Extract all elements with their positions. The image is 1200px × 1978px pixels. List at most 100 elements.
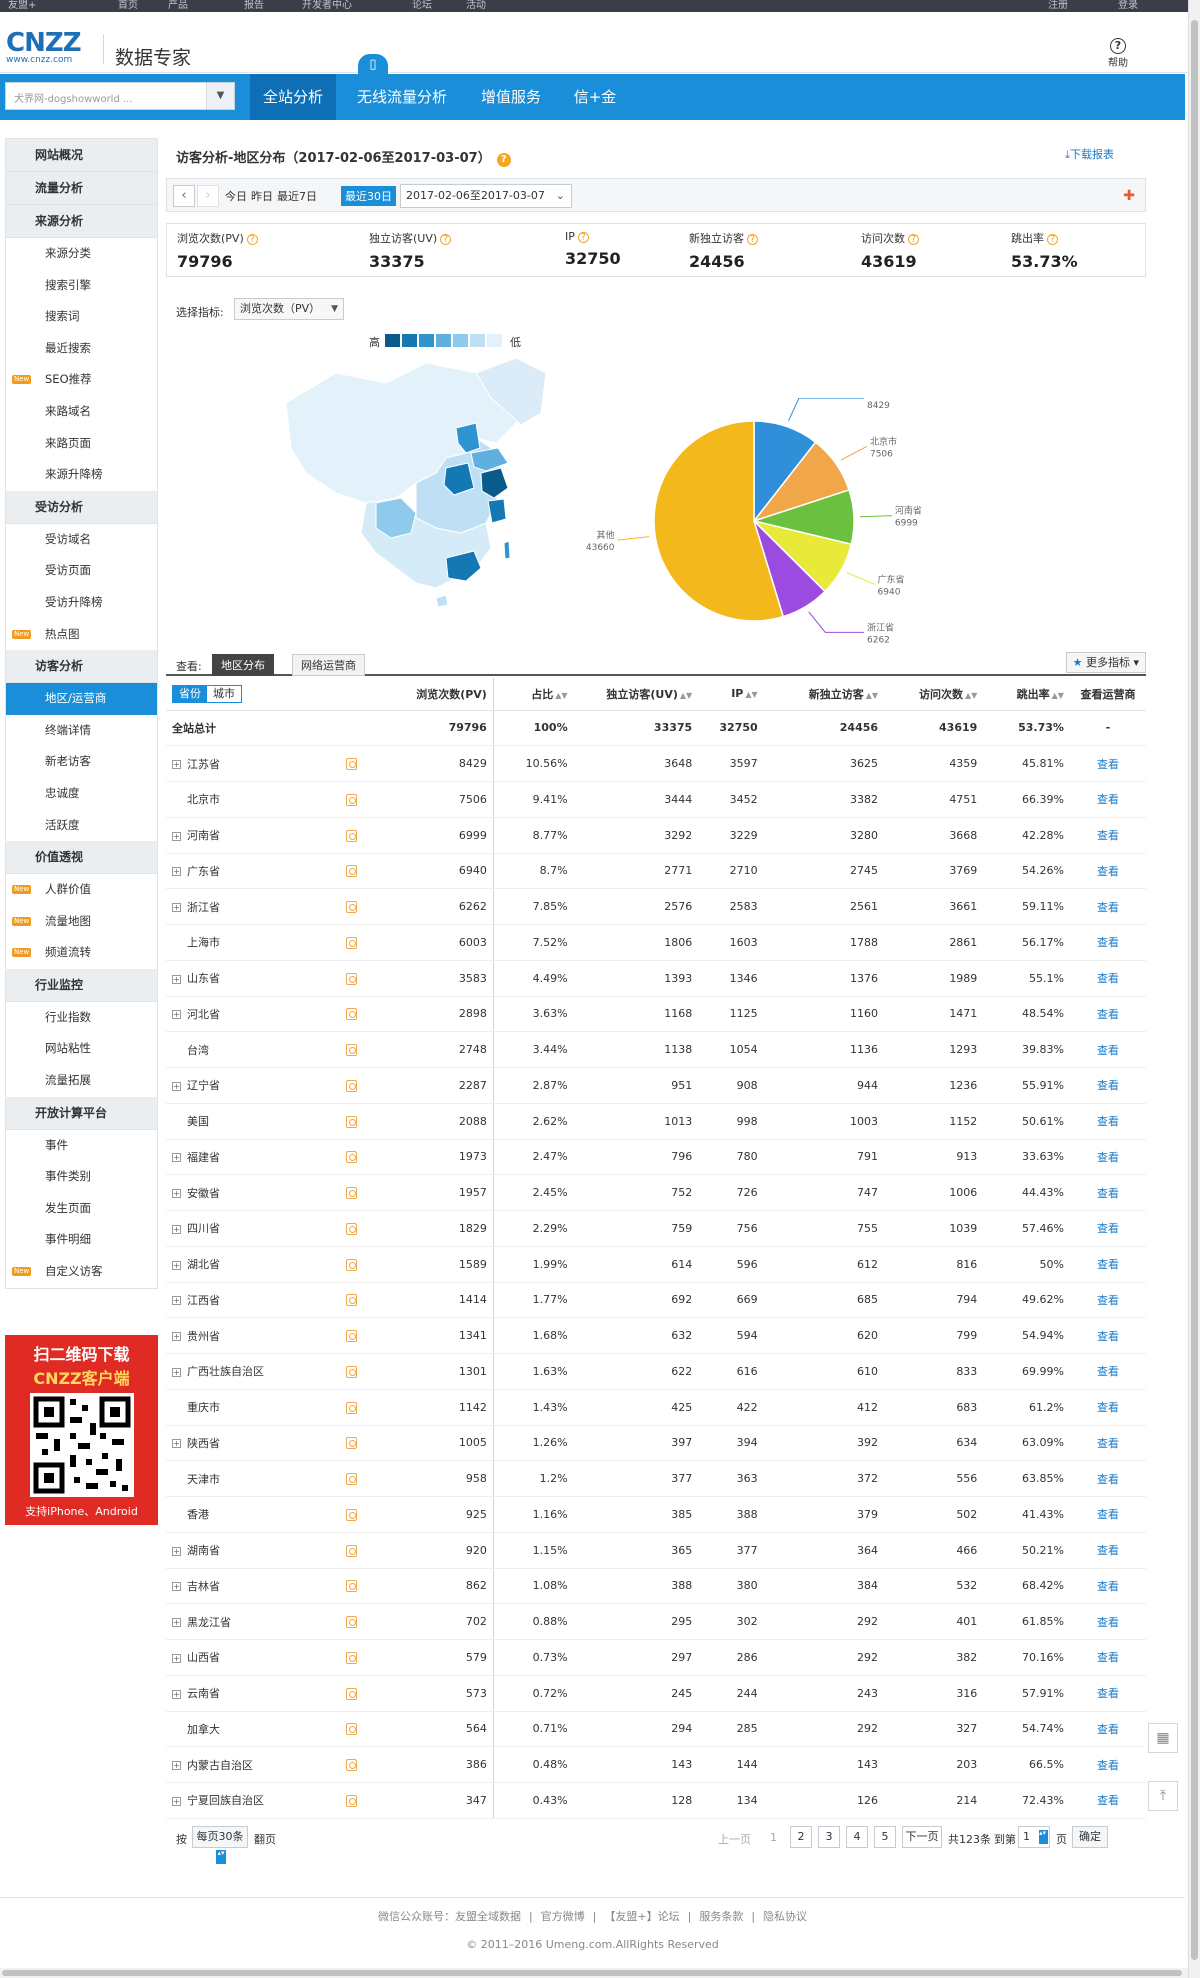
- sidebar-section-head[interactable]: 来源分析: [6, 205, 157, 238]
- location-icon[interactable]: [345, 865, 357, 878]
- date-today[interactable]: 今日: [225, 188, 247, 204]
- sidebar-item[interactable]: 行业指数: [6, 1002, 157, 1034]
- location-icon[interactable]: [345, 1508, 357, 1521]
- expand-icon[interactable]: +: [172, 1653, 181, 1663]
- china-map[interactable]: [276, 353, 576, 643]
- view-isp-link[interactable]: 查看: [1069, 1639, 1146, 1676]
- sidebar-item[interactable]: 来路域名: [6, 396, 157, 428]
- footer-link[interactable]: 隐私协议: [763, 1910, 807, 1923]
- expand-icon[interactable]: +: [172, 1367, 181, 1377]
- col-ip[interactable]: IP ▲▼: [698, 678, 764, 711]
- view-isp-link[interactable]: 查看: [1069, 1496, 1146, 1533]
- site-selector[interactable]: 犬界网-dogshowworld ... ▼: [5, 82, 235, 110]
- sidebar-section-head[interactable]: 受访分析: [6, 490, 157, 524]
- sidebar-item[interactable]: New SEO推荐: [6, 364, 157, 396]
- col-bounce[interactable]: 跳出率 ▲▼: [983, 678, 1070, 711]
- sidebar-item[interactable]: 地区/运营商: [6, 683, 157, 715]
- sidebar-section-head[interactable]: 开放计算平台: [6, 1096, 157, 1130]
- info-icon[interactable]: ?: [496, 153, 511, 167]
- chevron-down-icon[interactable]: ▼: [206, 83, 234, 109]
- view-isp-link[interactable]: 查看: [1069, 1067, 1146, 1104]
- view-isp-link[interactable]: 查看: [1069, 924, 1146, 961]
- vertical-scrollbar[interactable]: [1188, 0, 1200, 1978]
- expand-icon[interactable]: +: [172, 1224, 181, 1234]
- expand-icon[interactable]: +: [172, 760, 181, 770]
- expand-icon[interactable]: +: [172, 1260, 181, 1270]
- goto-page-input[interactable]: 1 ▴▾: [1018, 1826, 1050, 1848]
- sidebar-item[interactable]: 事件类别: [6, 1161, 157, 1193]
- location-icon[interactable]: [345, 1187, 357, 1200]
- expand-icon[interactable]: +: [172, 1761, 181, 1771]
- view-isp-link[interactable]: 查看: [1069, 1711, 1146, 1748]
- toggle-city[interactable]: 城市: [207, 686, 241, 702]
- view-isp-link[interactable]: 查看: [1069, 1174, 1146, 1211]
- info-icon[interactable]: ?: [747, 234, 758, 245]
- location-icon[interactable]: [345, 1401, 357, 1414]
- page-5[interactable]: 5: [874, 1826, 896, 1848]
- sidebar-item[interactable]: 终端详情: [6, 715, 157, 747]
- qr-float-icon[interactable]: ▦: [1148, 1723, 1178, 1753]
- page-4[interactable]: 4: [846, 1826, 868, 1848]
- location-icon[interactable]: [345, 1687, 357, 1700]
- expand-icon[interactable]: +: [172, 867, 181, 877]
- tab-finance[interactable]: 信+金融: [558, 74, 632, 152]
- view-isp-link[interactable]: 查看: [1069, 817, 1146, 854]
- location-icon[interactable]: [345, 1794, 357, 1807]
- view-isp-link[interactable]: 查看: [1069, 1460, 1146, 1497]
- location-icon[interactable]: [345, 1723, 357, 1736]
- col-visits[interactable]: 访问次数 ▲▼: [884, 678, 984, 711]
- location-icon[interactable]: [345, 972, 357, 985]
- date-range-select[interactable]: 2017-02-06至2017-03-07 ⌄: [400, 184, 572, 208]
- per-page-select[interactable]: 每页30条▴▾: [192, 1826, 248, 1864]
- location-icon[interactable]: [345, 936, 357, 949]
- location-icon[interactable]: [345, 1294, 357, 1307]
- location-icon[interactable]: [345, 1365, 357, 1378]
- col-share[interactable]: 占比 ▲▼: [493, 678, 574, 711]
- location-icon[interactable]: [345, 1008, 357, 1021]
- tab-region[interactable]: 地区分布: [212, 654, 274, 676]
- topbar-products[interactable]: 产品: [168, 0, 188, 11]
- sidebar-item[interactable]: 发生页面: [6, 1193, 157, 1225]
- sidebar-item[interactable]: New 自定义访客: [6, 1256, 157, 1288]
- location-icon[interactable]: [345, 1222, 357, 1235]
- page-2[interactable]: 2: [790, 1826, 812, 1848]
- view-isp-link[interactable]: 查看: [1069, 1532, 1146, 1569]
- sidebar-item[interactable]: 搜索词: [6, 301, 157, 333]
- date-last7[interactable]: 最近7日: [277, 188, 317, 204]
- sidebar-item[interactable]: 来源分类: [6, 238, 157, 270]
- view-isp-link[interactable]: 查看: [1069, 1317, 1146, 1354]
- sidebar-section-head[interactable]: 流量分析: [6, 172, 157, 205]
- help-button[interactable]: ? 帮助: [1100, 38, 1136, 69]
- back-to-top-icon[interactable]: ⤒: [1148, 1781, 1178, 1811]
- sidebar-item[interactable]: New 人群价值: [6, 874, 157, 906]
- location-icon[interactable]: [345, 1151, 357, 1164]
- expand-icon[interactable]: +: [172, 1618, 181, 1628]
- topbar-logo[interactable]: 友盟+: [8, 0, 36, 11]
- sidebar-item[interactable]: 网站粘性: [6, 1033, 157, 1065]
- info-icon[interactable]: ?: [908, 234, 919, 245]
- sidebar-section-head[interactable]: 访客分析: [6, 650, 157, 684]
- view-isp-link[interactable]: 查看: [1069, 781, 1146, 818]
- horizontal-scrollbar[interactable]: [0, 1968, 1188, 1978]
- sidebar-item[interactable]: New 流量地图: [6, 906, 157, 938]
- location-icon[interactable]: [345, 1437, 357, 1450]
- footer-link[interactable]: 服务条款: [699, 1910, 743, 1923]
- sidebar-item[interactable]: 最近搜索: [6, 333, 157, 365]
- col-uv[interactable]: 独立访客(UV) ▲▼: [573, 678, 699, 711]
- location-icon[interactable]: [345, 901, 357, 914]
- location-icon[interactable]: [345, 1330, 357, 1343]
- page-3[interactable]: 3: [818, 1826, 840, 1848]
- metric-select[interactable]: 浏览次数（PV） ▼: [234, 298, 344, 320]
- location-icon[interactable]: [345, 1115, 357, 1128]
- location-icon[interactable]: [345, 1258, 357, 1271]
- expand-icon[interactable]: +: [172, 1689, 181, 1699]
- view-isp-link[interactable]: 查看: [1069, 1782, 1146, 1819]
- location-icon[interactable]: [345, 1544, 357, 1557]
- info-icon[interactable]: ?: [1047, 234, 1058, 245]
- tab-isp[interactable]: 网络运营商: [292, 654, 365, 676]
- footer-link[interactable]: 官方微博: [541, 1910, 585, 1923]
- sidebar-item[interactable]: New 频道流转: [6, 937, 157, 969]
- expand-icon[interactable]: +: [172, 1582, 181, 1592]
- expand-icon[interactable]: +: [172, 1010, 181, 1020]
- view-isp-link[interactable]: 查看: [1069, 1425, 1146, 1462]
